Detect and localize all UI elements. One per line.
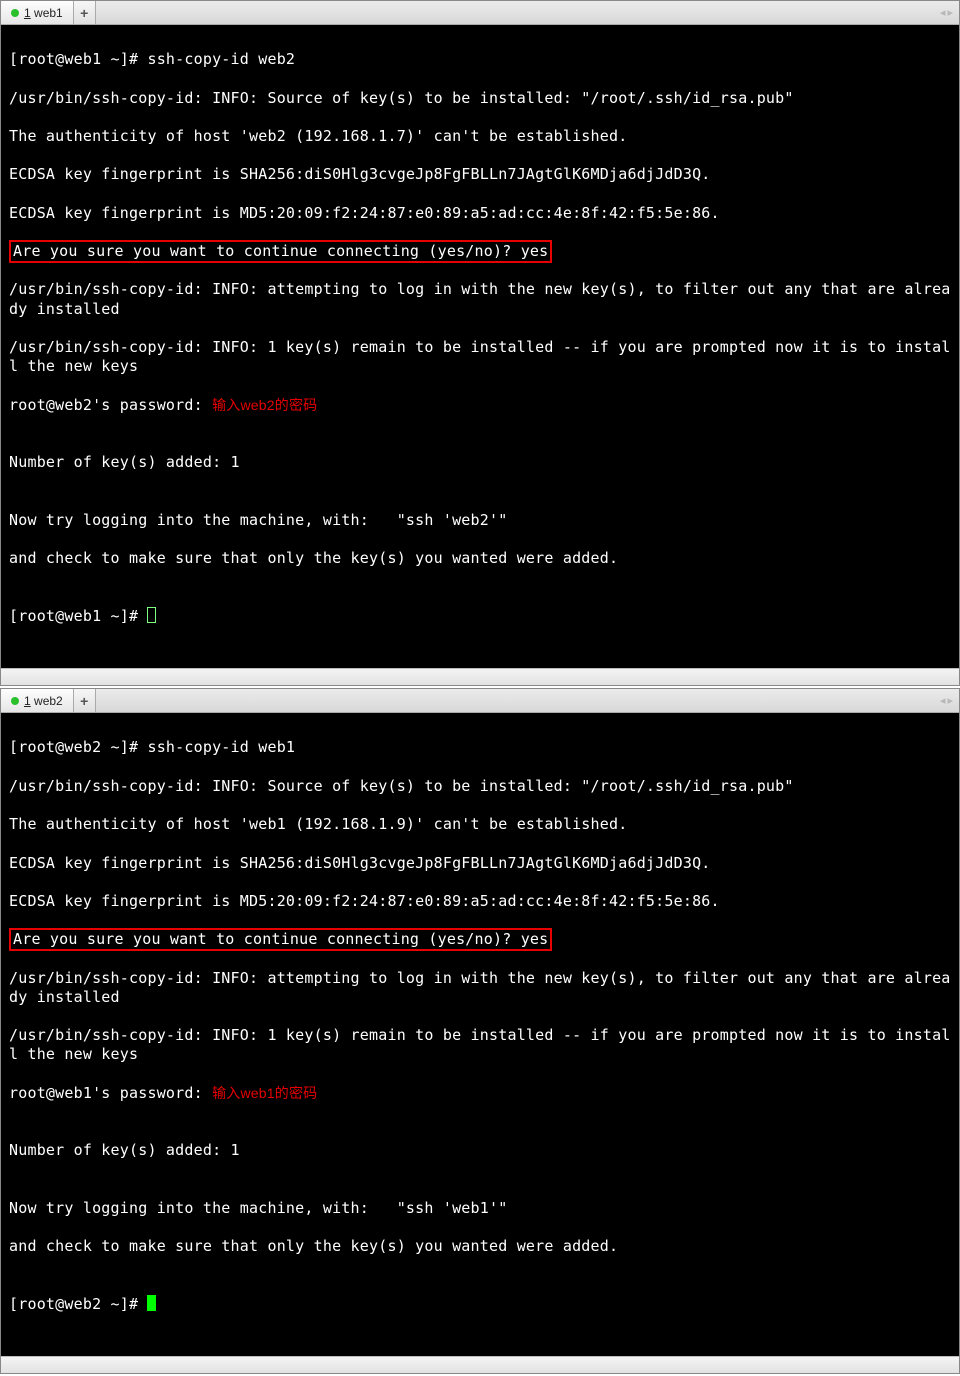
status-bar (1, 668, 959, 685)
term-line-highlighted: Are you sure you want to continue connec… (9, 930, 951, 949)
term-line: and check to make sure that only the key… (9, 1237, 951, 1256)
term-line: The authenticity of host 'web1 (192.168.… (9, 815, 951, 834)
tab-label: 1 web1 (24, 6, 63, 20)
cursor-icon (147, 607, 156, 623)
prompt-line: [root@web1 ~]# (9, 607, 951, 626)
term-line: /usr/bin/ssh-copy-id: INFO: 1 key(s) rem… (9, 338, 951, 376)
terminal-output[interactable]: [root@web1 ~]# ssh-copy-id web2 /usr/bin… (1, 25, 959, 668)
term-line: Now try logging into the machine, with: … (9, 1199, 951, 1218)
term-line: ECDSA key fingerprint is MD5:20:09:f2:24… (9, 892, 951, 911)
tab-web1[interactable]: 1 web1 (1, 1, 74, 24)
term-line: /usr/bin/ssh-copy-id: INFO: attempting t… (9, 280, 951, 318)
tab-label: 1 web2 (24, 694, 63, 708)
terminal-window-web1: 1 web1 + ◂▸ [root@web1 ~]# ssh-copy-id w… (0, 0, 960, 686)
arrow-right-icon: ▸ (947, 6, 953, 19)
annotation-box: Are you sure you want to continue connec… (9, 928, 552, 951)
arrow-left-icon: ◂ (940, 6, 946, 19)
term-line: /usr/bin/ssh-copy-id: INFO: Source of ke… (9, 89, 951, 108)
arrow-right-icon: ▸ (947, 694, 953, 707)
annotation-box: Are you sure you want to continue connec… (9, 240, 552, 263)
term-line-highlighted: Are you sure you want to continue connec… (9, 242, 951, 261)
arrow-left-icon: ◂ (940, 694, 946, 707)
term-line: /usr/bin/ssh-copy-id: INFO: attempting t… (9, 969, 951, 1007)
term-line: Number of key(s) added: 1 (9, 1141, 951, 1160)
term-line: [root@web1 ~]# ssh-copy-id web2 (9, 50, 951, 69)
tab-scroll-arrows[interactable]: ◂▸ (934, 1, 959, 24)
term-line: Number of key(s) added: 1 (9, 453, 951, 472)
term-line: The authenticity of host 'web2 (192.168.… (9, 127, 951, 146)
terminal-output[interactable]: [root@web2 ~]# ssh-copy-id web1 /usr/bin… (1, 713, 959, 1356)
term-line: root@web1's password: 输入web1的密码 (9, 1084, 951, 1103)
annotation-text: 输入web2的密码 (212, 397, 317, 413)
tab-bar: 1 web1 + ◂▸ (1, 1, 959, 25)
cursor-icon (147, 1295, 156, 1311)
terminal-window-web2: 1 web2 + ◂▸ [root@web2 ~]# ssh-copy-id w… (0, 688, 960, 1374)
term-line: /usr/bin/ssh-copy-id: INFO: 1 key(s) rem… (9, 1026, 951, 1064)
tab-web2[interactable]: 1 web2 (1, 689, 74, 712)
term-line: /usr/bin/ssh-copy-id: INFO: Source of ke… (9, 777, 951, 796)
connection-status-icon (11, 697, 19, 705)
prompt-line: [root@web2 ~]# (9, 1295, 951, 1314)
annotation-text: 输入web1的密码 (212, 1085, 317, 1101)
connection-status-icon (11, 9, 19, 17)
term-line: Now try logging into the machine, with: … (9, 511, 951, 530)
tab-bar: 1 web2 + ◂▸ (1, 689, 959, 713)
term-line: and check to make sure that only the key… (9, 549, 951, 568)
term-line: root@web2's password: 输入web2的密码 (9, 396, 951, 415)
tab-scroll-arrows[interactable]: ◂▸ (934, 689, 959, 712)
term-line: [root@web2 ~]# ssh-copy-id web1 (9, 738, 951, 757)
new-tab-button[interactable]: + (74, 1, 96, 24)
term-line: ECDSA key fingerprint is SHA256:diS0Hlg3… (9, 165, 951, 184)
new-tab-button[interactable]: + (74, 689, 96, 712)
status-bar (1, 1356, 959, 1373)
term-line: ECDSA key fingerprint is SHA256:diS0Hlg3… (9, 854, 951, 873)
term-line: ECDSA key fingerprint is MD5:20:09:f2:24… (9, 204, 951, 223)
